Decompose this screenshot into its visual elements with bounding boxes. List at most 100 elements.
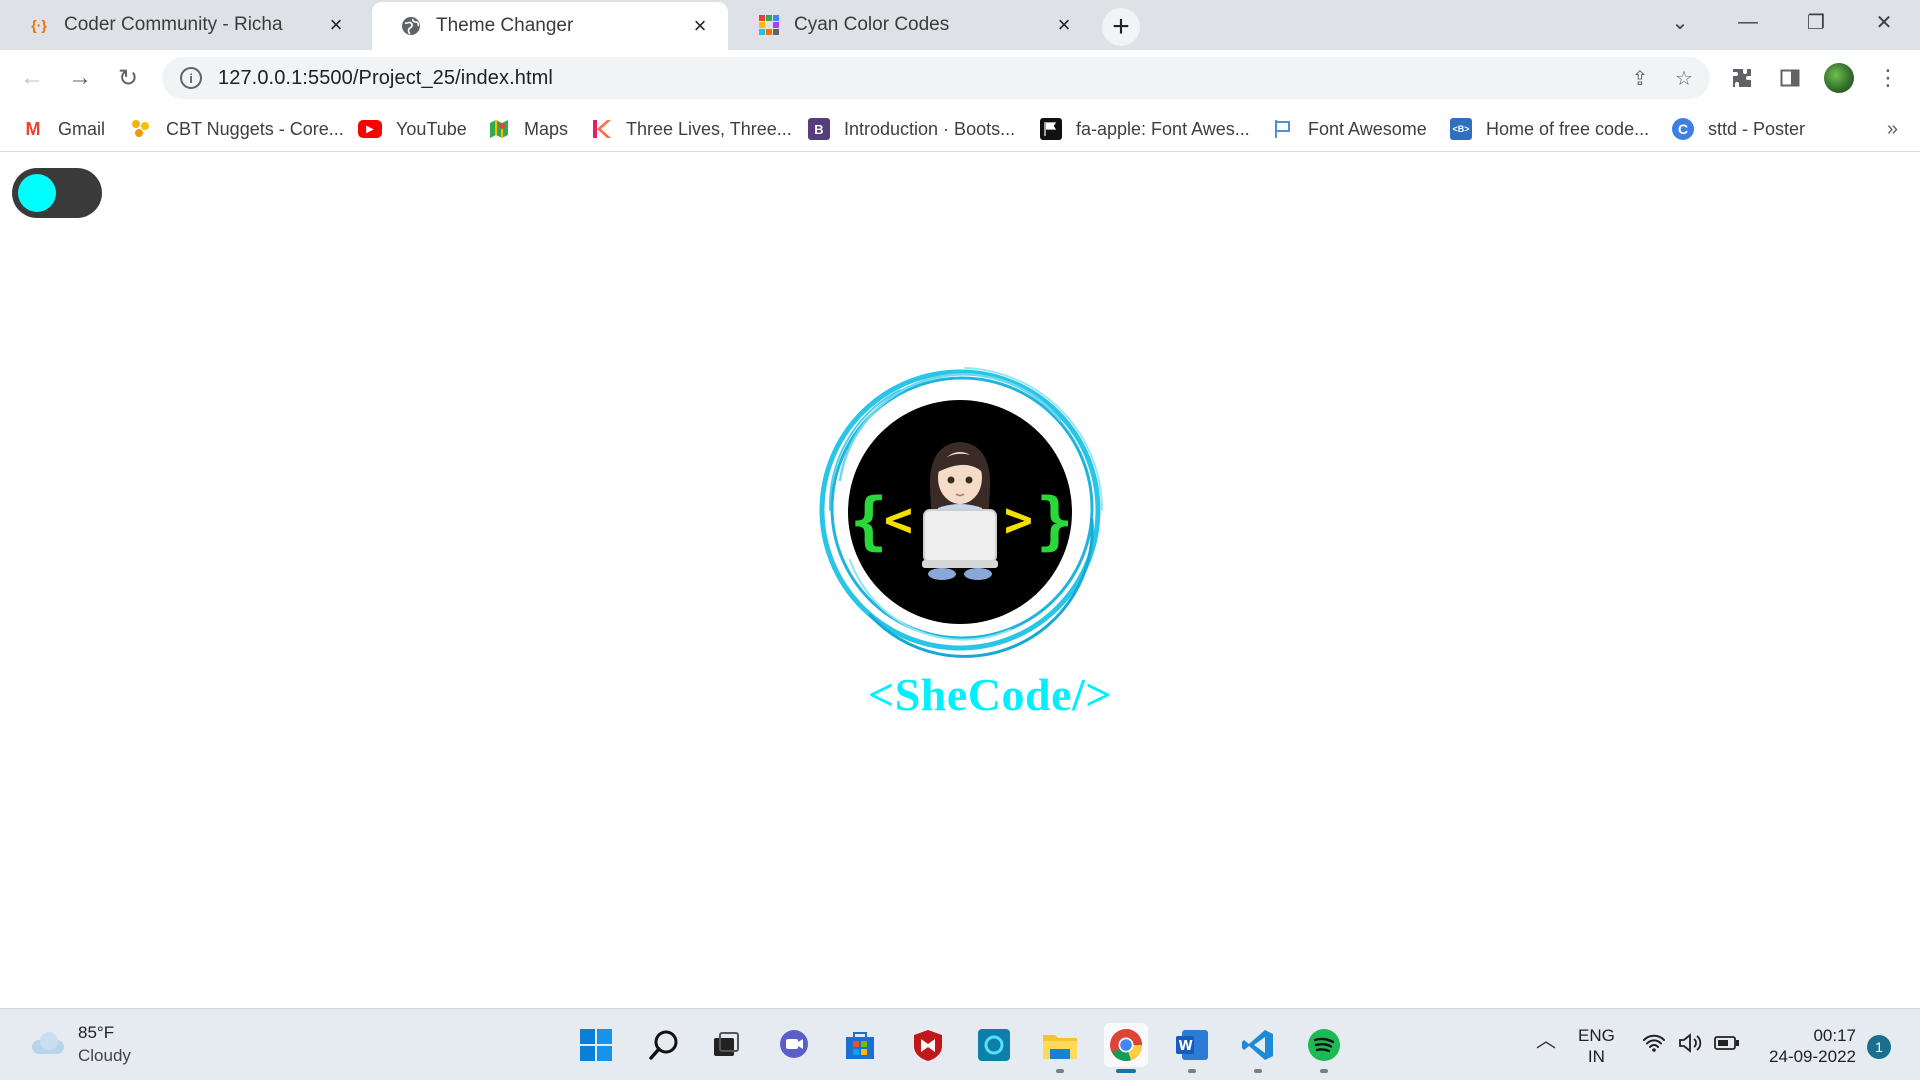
minimize-icon: — [1738,10,1758,33]
bookmark-font-awesome[interactable]: Font Awesome [1272,116,1427,142]
weather-widget[interactable]: 85°F Cloudy [28,1021,131,1067]
clock[interactable]: 00:17 24-09-2022 [1760,1025,1856,1067]
language-indicator[interactable]: ENG IN [1578,1025,1615,1067]
region-code: IN [1587,1047,1605,1066]
brand-title: <SheCode/> [867,669,1112,720]
code-icon: <B> [1450,118,1472,140]
mcafee-button[interactable] [906,1023,950,1067]
task-view-button[interactable] [704,1023,748,1067]
cortana-button[interactable] [972,1023,1016,1067]
back-button[interactable]: ← [14,60,50,96]
store-button[interactable] [838,1023,882,1067]
bookmark-bootstrap[interactable]: B Introduction · Boots... [808,116,1015,142]
bookmark-maps[interactable]: Maps [488,116,568,142]
bookmark-fa-apple[interactable]: fa-apple: Font Awes... [1040,116,1250,142]
svg-text:W: W [1179,1039,1193,1054]
file-explorer-button[interactable] [1038,1023,1082,1073]
shecode-logo: { < > } [819,367,1103,658]
flag-icon [1040,118,1062,140]
globe-icon [400,15,422,37]
bookmark-sttd-poster[interactable]: C sttd - Poster [1672,116,1805,142]
wifi-icon[interactable] [1642,1033,1666,1058]
extensions-icon[interactable] [1726,62,1758,94]
bookmark-label: fa-apple: Font Awes... [1076,118,1250,139]
youtube-icon: ▶ [358,120,382,138]
restore-button[interactable]: ❐ [1788,0,1844,44]
close-icon: ✕ [1875,11,1893,34]
arrow-left-icon: ← [20,64,44,91]
share-icon[interactable]: ⇪ [1622,60,1658,96]
spotify-icon [1308,1029,1340,1061]
cloud-icon [28,1032,66,1056]
running-indicator [1254,1069,1262,1073]
svg-text:}: } [1036,484,1073,557]
windows-icon [580,1029,612,1061]
url-text[interactable]: 127.0.0.1:5500/Project_25/index.html [218,67,1622,90]
reload-button[interactable]: ↻ [110,60,146,96]
profile-avatar[interactable] [1824,63,1854,93]
bookmark-gmail[interactable]: M Gmail [22,116,106,142]
bookmark-youtube[interactable]: ▶ YouTube [358,116,467,142]
gmail-icon: M [25,118,41,139]
girl-avatar-illustration [922,442,998,580]
battery-icon[interactable] [1714,1035,1740,1056]
tab-cyan-color-codes[interactable]: Cyan Color Codes × [730,0,1092,50]
bookmark-three-lives[interactable]: Three Lives, Three... [590,116,792,142]
spotify-button[interactable] [1302,1023,1346,1073]
chevron-down-icon: ⌄ [1671,11,1689,34]
page-content: { < > } <SheCode/> [0,152,1920,1008]
maps-icon [488,118,510,140]
bookmark-cbt-nuggets[interactable]: CBT Nuggets - Core... [130,116,344,142]
address-bar[interactable]: i 127.0.0.1:5500/Project_25/index.html ⇪… [162,57,1710,99]
more-bookmarks-icon[interactable]: » [1887,118,1898,141]
search-button[interactable] [642,1023,686,1067]
volume-icon[interactable] [1678,1033,1704,1058]
tab-search-button[interactable]: ⌄ [1652,0,1708,44]
tab-title: Theme Changer [436,15,574,36]
new-tab-button[interactable]: + [1102,8,1140,46]
arrow-right-icon: → [68,64,92,91]
font-awesome-flag-icon [1272,118,1294,140]
chrome-button[interactable] [1104,1023,1148,1073]
vscode-button[interactable] [1236,1023,1280,1073]
site-info-icon[interactable]: i [180,67,202,89]
close-window-button[interactable]: ✕ [1856,0,1912,44]
show-hidden-icons-chevron-icon[interactable]: ︿ [1536,1031,1556,1052]
tab-coder-community[interactable]: {·} Coder Community - Richa × [0,0,364,50]
bookmark-label: Introduction · Boots... [844,118,1016,139]
browser-toolbar: ← → ↻ i 127.0.0.1:5500/Project_25/index.… [0,50,1920,106]
bookmarks-bar: M Gmail CBT Nuggets - Core... ▶ YouTube … [0,106,1920,152]
theme-toggle-switch[interactable] [12,168,102,218]
windows-taskbar: 85°F Cloudy W ︿ ENG IN 00:17 24-09-2022 … [0,1008,1920,1080]
forward-button[interactable]: → [62,60,98,96]
minimize-button[interactable]: — [1720,0,1776,44]
word-button[interactable]: W [1170,1023,1214,1073]
reload-icon: ↻ [117,64,139,92]
bookmark-label: sttd - Poster [1708,118,1806,139]
close-tab-icon[interactable]: × [688,13,712,38]
bookmark-label: Font Awesome [1308,118,1427,139]
tab-theme-changer[interactable]: Theme Changer × [372,2,728,50]
teams-chat-button[interactable] [772,1023,816,1067]
close-tab-icon[interactable]: × [1052,12,1076,37]
bookmark-star-icon[interactable]: ☆ [1666,60,1702,96]
bookmark-label: Gmail [58,118,106,139]
bookmark-label: Three Lives, Three... [626,118,792,139]
word-icon: W [1176,1030,1208,1060]
svg-text:>: > [1004,492,1033,548]
bookmark-label: YouTube [396,118,467,139]
notification-badge[interactable]: 1 [1867,1035,1891,1059]
canva-icon: C [1672,118,1694,140]
close-tab-icon[interactable]: × [324,12,348,37]
menu-kebab-icon[interactable]: ⋮ [1872,62,1904,94]
chat-icon [780,1030,808,1058]
color-grid-icon [758,14,780,36]
task-view-icon [714,1032,739,1056]
side-panel-icon[interactable] [1774,62,1806,94]
start-button[interactable] [574,1023,618,1067]
running-indicator [1188,1069,1196,1073]
bookmark-free-code[interactable]: <B> Home of free code... [1450,116,1649,142]
search-icon [649,1030,678,1060]
vscode-icon [1242,1030,1273,1060]
running-indicator [1056,1069,1064,1073]
